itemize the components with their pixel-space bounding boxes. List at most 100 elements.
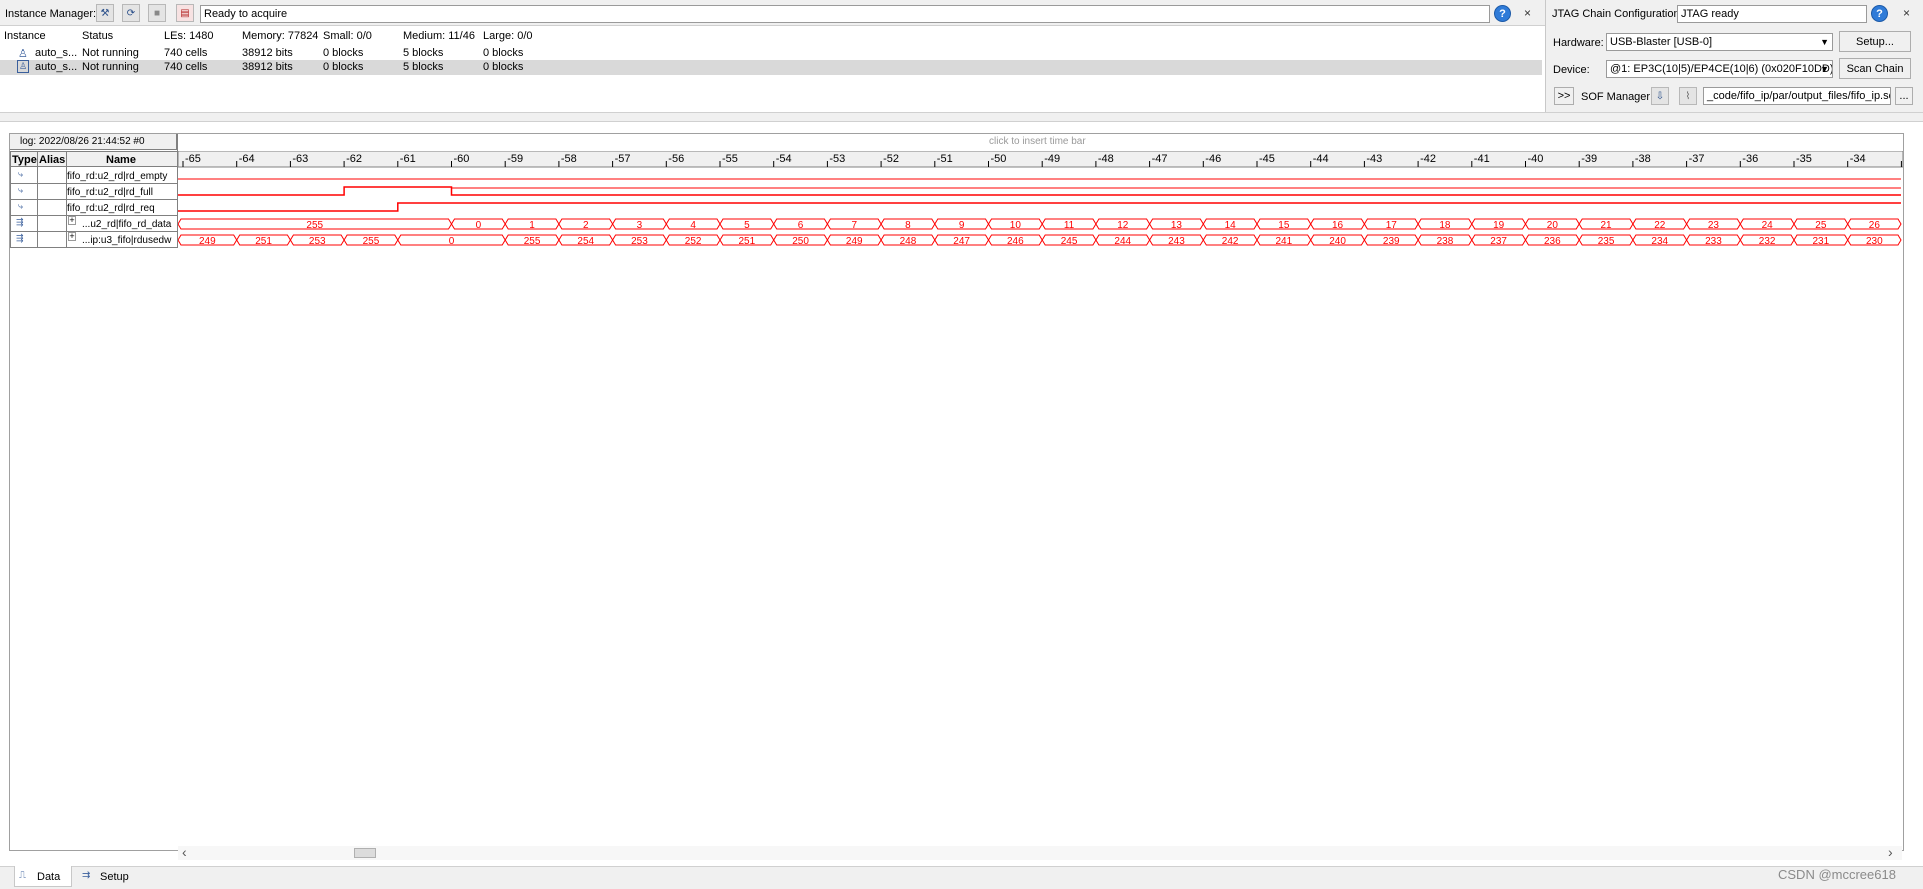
wand-icon: ⚒ — [100, 7, 110, 19]
setup-button[interactable]: Setup... — [1839, 31, 1911, 52]
bus-icon: ⇶ — [16, 217, 24, 227]
attach-button[interactable]: ⌇ — [1679, 87, 1697, 105]
hardware-value: USB-Blaster [USB-0] — [1610, 36, 1713, 48]
rdusedw-value: 240 — [1329, 236, 1346, 247]
instance-large: 0 blocks — [483, 61, 524, 73]
ruler-label: -48 — [1098, 153, 1114, 165]
horizontal-scrollbar[interactable]: ‹ › — [178, 844, 1902, 860]
data-icon: ⎍ — [19, 870, 26, 881]
table-row[interactable]: ♙ auto_s... Not running 740 cells 38912 … — [0, 46, 1542, 60]
expand-icon[interactable]: + — [68, 216, 76, 225]
rdusedw-value: 252 — [685, 236, 702, 247]
ruler-label: -52 — [883, 153, 899, 165]
instance-status: Not running — [82, 61, 139, 73]
read-data-button[interactable]: ▤ — [176, 4, 194, 22]
ruler-label: -54 — [776, 153, 792, 165]
stop-icon: ■ — [153, 7, 161, 19]
ruler-label: -64 — [239, 153, 255, 165]
fifo-rd-data-value: 2 — [583, 220, 589, 231]
fifo-rd-data-value: 18 — [1439, 220, 1451, 231]
tab-setup-label: Setup — [100, 871, 129, 883]
chevron-down-icon: ▼ — [1820, 64, 1829, 74]
jtag-help-icon[interactable]: ? — [1871, 5, 1888, 22]
row-divider — [10, 247, 177, 248]
rdusedw-value: 230 — [1866, 236, 1883, 247]
fifo-rd-data-value: 0 — [476, 220, 482, 231]
instance-close-icon[interactable]: × — [1524, 6, 1531, 20]
fifo-rd-data-value: 9 — [959, 220, 965, 231]
hardware-select[interactable]: USB-Blaster [USB-0] ▼ — [1606, 33, 1833, 51]
medium-col-header: Medium: 11/46 — [403, 30, 475, 42]
fifo-rd-data-value: 23 — [1708, 220, 1720, 231]
tab-data-label: Data — [37, 871, 61, 883]
instance-memory: 38912 bits — [242, 61, 293, 73]
bottom-tab-bar — [0, 866, 1923, 889]
instance-medium: 5 blocks — [403, 61, 444, 73]
instance-les: 740 cells — [164, 61, 208, 73]
ruler-label: -50 — [991, 153, 1007, 165]
fifo-rd-data-value: 3 — [637, 220, 643, 231]
waveform-canvas[interactable]: -65 -64 -63 -62 -61 -60 -59 -58 -57 -56 -55 -54 -53 -… — [178, 151, 1903, 248]
ruler-label: -49 — [1044, 153, 1060, 165]
alias-header: Alias — [39, 154, 66, 166]
expand-icon[interactable]: + — [68, 232, 76, 241]
rdusedw-value: 232 — [1759, 236, 1776, 247]
pane-splitter[interactable] — [0, 112, 1923, 122]
hardware-label: Hardware: — [1553, 37, 1604, 49]
ruler-label: -41 — [1474, 153, 1490, 165]
scan-chain-button[interactable]: Scan Chain — [1839, 58, 1911, 79]
table-row[interactable]: ♙ auto_s... Not running 740 cells 38912 … — [0, 60, 1542, 75]
log-text: log: 2022/08/26 21:44:52 #0 — [20, 136, 145, 147]
signal-name: fifo_rd:u2_rd|rd_empty — [67, 171, 168, 182]
rdusedw-value: 236 — [1544, 236, 1561, 247]
bus-icon: ⇶ — [16, 233, 24, 243]
ruler-label: -43 — [1366, 153, 1382, 165]
stop-button[interactable]: ■ — [148, 4, 166, 22]
type-header: Type — [12, 154, 37, 166]
read-data-icon: ▤ — [180, 7, 190, 19]
node-icon: ⤷ — [18, 201, 24, 211]
tab-setup[interactable]: ⇉ Setup — [76, 866, 138, 887]
program-device-button[interactable]: ⇩ — [1651, 87, 1669, 105]
time-bar-hint: click to insert time bar — [989, 136, 1086, 147]
rdusedw-value: 253 — [631, 236, 648, 247]
rdusedw-value: 231 — [1813, 236, 1830, 247]
scroll-left-icon[interactable]: ‹ — [182, 844, 187, 860]
instance-small: 0 blocks — [323, 47, 364, 59]
rdusedw-value: 239 — [1383, 236, 1400, 247]
sof-path-field[interactable]: _code/fifo_ip/par/output_files/fifo_ip.s… — [1703, 87, 1891, 105]
large-col-header: Large: 0/0 — [483, 30, 533, 42]
fifo-rd-data-value: 15 — [1278, 220, 1290, 231]
instance-icon: ♙ — [17, 60, 30, 73]
sof-label: SOF Manager: — [1581, 91, 1654, 103]
sof-browse-button[interactable]: ... — [1895, 87, 1913, 105]
rdusedw-value: 255 — [524, 236, 541, 247]
node-icon: ⤷ — [18, 169, 24, 179]
ruler-label: -51 — [937, 153, 953, 165]
instance-icon: ♙ — [18, 48, 28, 60]
device-select[interactable]: @1: EP3C(10|5)/EP4CE(10|6) (0x020F10DD) … — [1606, 60, 1833, 78]
status-col-header: Status — [82, 30, 114, 42]
ruler-label: -38 — [1635, 153, 1651, 165]
autorun-button[interactable]: ⚒ — [96, 4, 114, 22]
jtag-close-icon[interactable]: × — [1903, 6, 1910, 20]
fifo-rd-data-value: 12 — [1117, 220, 1129, 231]
time-bar-area[interactable]: click to insert time bar — [178, 134, 1902, 150]
instance-manager-label: Instance Manager: — [5, 8, 97, 20]
name-header: Name — [106, 154, 136, 166]
fifo-rd-data-value: 17 — [1386, 220, 1398, 231]
fifo-rd-data-value: 11 — [1064, 220, 1075, 231]
tab-data[interactable]: ⎍ Data — [14, 866, 72, 887]
fifo-rd-data-value: 16 — [1332, 220, 1344, 231]
fifo-rd-data-value: 21 — [1600, 220, 1612, 231]
expand-button[interactable]: >> — [1554, 87, 1574, 105]
fifo-rd-data-value: 13 — [1171, 220, 1183, 231]
ruler-label: -36 — [1742, 153, 1758, 165]
rdusedw-value: 235 — [1598, 236, 1615, 247]
instance-help-icon[interactable]: ? — [1494, 5, 1511, 22]
fifo-rd-data-value: 8 — [905, 220, 911, 231]
run-button[interactable]: ⟳ — [122, 4, 140, 22]
instance-large: 0 blocks — [483, 47, 524, 59]
scroll-right-icon[interactable]: › — [1888, 844, 1893, 860]
scroll-thumb[interactable] — [354, 848, 376, 858]
